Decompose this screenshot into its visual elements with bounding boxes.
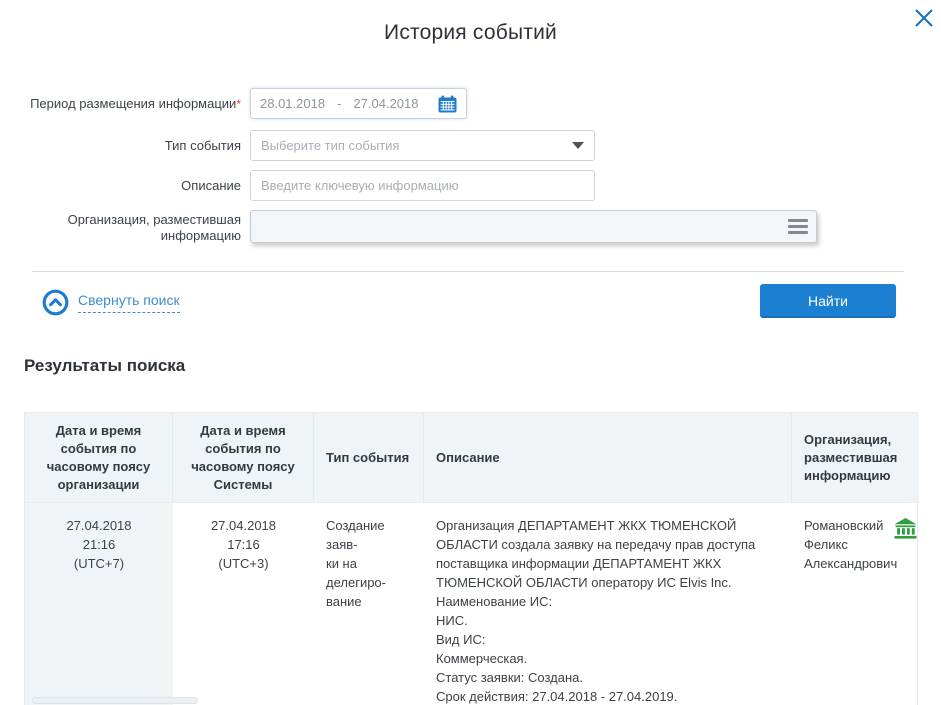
form-row-event-type: Тип события Выберите тип события	[0, 130, 595, 161]
form-row-organization: Организация, разместившая информацию	[0, 210, 817, 244]
event-type-label: Тип события	[0, 130, 250, 161]
bank-building-icon	[894, 518, 917, 544]
period-date-range-input[interactable]: 28.01.2018 - 27.04.2018	[250, 88, 467, 119]
date-from-value: 28.01.2018	[260, 96, 325, 111]
table-row: 27.04.2018 21:16 (UTC+7) 27.04.2018 17:1…	[25, 503, 917, 705]
event-type-select[interactable]: Выберите тип события	[250, 130, 595, 161]
results-heading: Результаты поиска	[24, 356, 185, 376]
event-history-modal: История событий Период размещения информ…	[0, 0, 941, 705]
description-label: Описание	[0, 170, 250, 201]
period-label-text: Период размещения информации	[30, 96, 236, 111]
cell-org-time: 27.04.2018 21:16 (UTC+7)	[25, 503, 173, 705]
date-to-value: 27.04.2018	[353, 96, 418, 111]
hamburger-icon[interactable]	[788, 219, 808, 237]
collapse-search-label: Свернуть поиск	[78, 292, 180, 313]
header-event-type: Тип события	[314, 413, 424, 503]
collapse-search-link[interactable]: Свернуть поиск	[42, 289, 180, 316]
results-table: Дата и время события по часовому поясу о…	[24, 412, 918, 705]
chevron-up-circle-icon[interactable]	[42, 289, 69, 316]
cell-system-time: 27.04.2018 17:16 (UTC+3)	[173, 503, 314, 705]
period-label: Период размещения информации*	[0, 88, 250, 119]
description-input[interactable]	[250, 170, 595, 201]
calendar-icon[interactable]	[438, 95, 457, 113]
organization-label: Организация, разместившая информацию	[0, 210, 250, 244]
organization-label-line2: информацию	[161, 228, 241, 243]
header-system-time: Дата и время события по часовому поясу С…	[173, 413, 314, 503]
organization-input[interactable]	[250, 210, 817, 243]
header-org-time: Дата и время события по часовому поясу о…	[25, 413, 173, 503]
cell-organization: Романовский Феликс Александрович	[792, 503, 929, 705]
chevron-down-icon	[572, 142, 584, 149]
header-description: Описание	[424, 413, 792, 503]
cell-description: Организация ДЕПАРТАМЕНТ ЖКХ ТЮМЕНСКОЙ ОБ…	[424, 503, 792, 705]
form-row-period: Период размещения информации* 28.01.2018…	[0, 88, 467, 119]
date-range-separator: -	[337, 96, 341, 111]
page-title: История событий	[0, 21, 941, 45]
header-organization: Организация, разместившая информацию	[792, 413, 919, 503]
required-asterisk: *	[236, 97, 241, 111]
table-header-row: Дата и время события по часовому поясу о…	[25, 413, 917, 503]
find-button[interactable]: Найти	[760, 284, 896, 318]
close-icon[interactable]	[910, 4, 938, 32]
form-row-description: Описание	[0, 170, 595, 201]
event-type-placeholder: Выберите тип события	[261, 138, 399, 153]
horizontal-scrollbar[interactable]	[32, 697, 198, 704]
organization-label-line1: Организация, разместившая	[68, 212, 241, 227]
form-divider	[32, 271, 904, 272]
organization-person-name: Романовский Феликс Александрович	[804, 516, 886, 573]
cell-event-type: Создание заяв- ки на делегиро- вание	[314, 503, 424, 705]
